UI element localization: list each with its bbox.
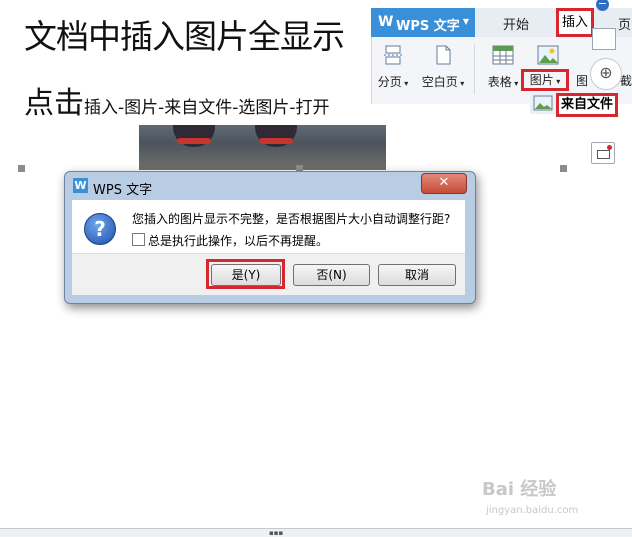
instruction-small-text: 插入-图片-来自文件-选图片-打开	[84, 98, 330, 118]
instruction-big-text: 点击	[24, 86, 84, 121]
from-file-menu-item[interactable]: 来自文件	[556, 93, 618, 117]
table-button[interactable]: 表格 ▾	[484, 44, 522, 90]
zoom-icon[interactable]: ⊕	[590, 58, 622, 90]
tab-page[interactable]: 页	[618, 14, 631, 33]
shoe-left-shape	[173, 125, 215, 147]
baidu-watermark: Bai 经验	[482, 479, 557, 500]
dropdown-arrow-icon: ▾	[401, 79, 409, 88]
table-icon	[492, 45, 514, 65]
document-title: 文档中插入图片全显示	[24, 17, 345, 56]
always-do-label[interactable]: 总是执行此操作，以后不再提醒。	[148, 232, 328, 249]
dialog-message: 您插入的图片显示不完整，是否根据图片大小自动调整行距?	[132, 212, 451, 226]
dropdown-arrow-icon: ▾	[553, 77, 561, 86]
question-icon: ?	[84, 213, 116, 245]
document-instruction: 点击插入-图片-来自文件-选图片-打开	[24, 78, 330, 122]
wps-app-menu[interactable]: W WPS 文字 ▼	[371, 8, 475, 37]
picture-button-icon-area[interactable]	[528, 44, 568, 69]
dialog-title: WPS 文字	[93, 183, 153, 198]
picture-button[interactable]: 图片 ▾	[521, 69, 569, 91]
caret-down-icon: ▼	[462, 17, 469, 26]
shoe-right-shape	[255, 125, 297, 147]
dropdown-arrow-icon: ▾	[511, 79, 519, 88]
from-file-item-icon-area[interactable]	[530, 92, 556, 114]
dropdown-arrow-icon: ▾	[457, 79, 465, 88]
wps-logo-icon: W	[378, 14, 394, 30]
tab-insert[interactable]: 插入	[556, 8, 594, 37]
from-file-icon	[533, 95, 553, 111]
chart-icon[interactable]	[592, 28, 616, 50]
table-label: 表格	[487, 75, 512, 89]
picture-label: 图片	[529, 73, 554, 87]
page-break-button[interactable]: 分页 ▾	[375, 44, 411, 90]
page-break-icon	[384, 45, 402, 65]
cancel-button[interactable]: 取消	[378, 264, 456, 286]
yes-button[interactable]: 是(Y)	[211, 264, 281, 286]
blank-page-button[interactable]: 空白页 ▾	[420, 44, 466, 90]
ribbon-separator	[474, 44, 475, 94]
always-do-checkbox[interactable]	[132, 233, 145, 246]
wps-logo-icon: W	[73, 178, 88, 193]
no-button[interactable]: 否(N)	[293, 264, 370, 286]
blank-page-icon	[436, 45, 451, 65]
selection-handle-right[interactable]	[560, 165, 567, 172]
blank-page-label: 空白页	[421, 75, 458, 89]
side-tool-icon[interactable]	[591, 142, 615, 164]
tab-home[interactable]: 开始	[503, 14, 529, 33]
picture-icon	[537, 45, 559, 65]
picture-partial-label[interactable]: 图	[576, 72, 588, 89]
close-button[interactable]: ✕	[421, 173, 467, 194]
selection-handle-left[interactable]	[18, 165, 25, 172]
page-break-label: 分页	[377, 75, 402, 89]
inserted-picture[interactable]	[139, 125, 386, 170]
baidu-watermark-url: jingyan.baidu.com	[486, 505, 579, 516]
wps-app-name: WPS 文字	[396, 19, 460, 34]
